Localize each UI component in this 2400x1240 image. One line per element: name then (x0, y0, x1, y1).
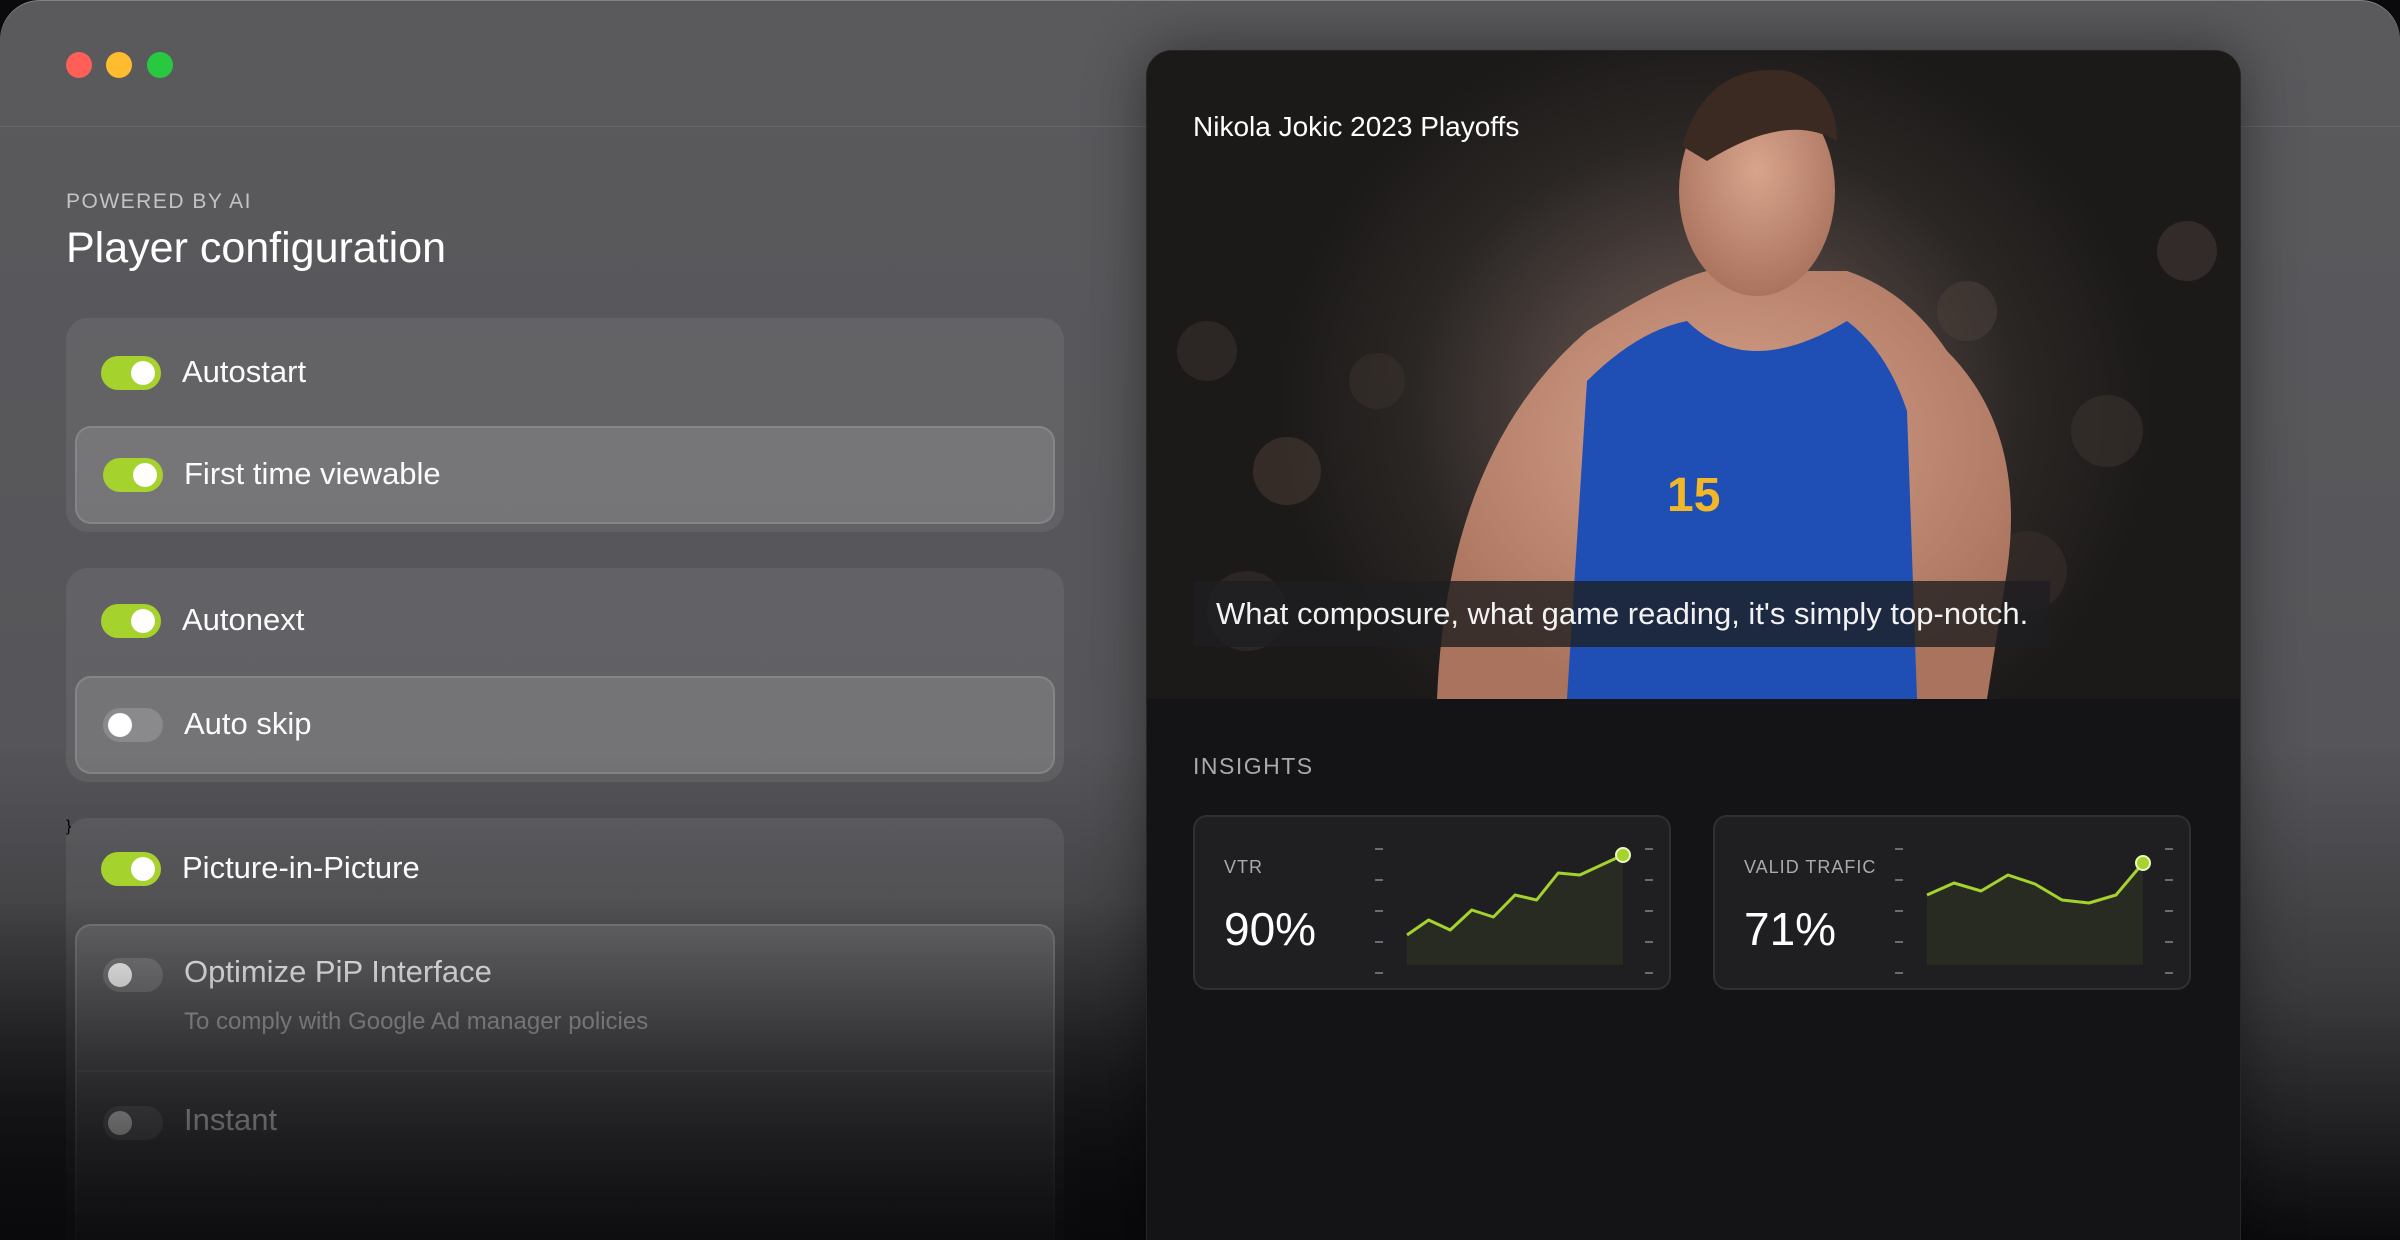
autostart-row[interactable]: Autostart (66, 318, 1064, 428)
vtr-card: VTR 90% (1193, 815, 1671, 990)
subtitle-caption: What composure, what game reading, it's … (1194, 581, 2051, 647)
autonext-group: Autonext Auto skip (66, 568, 1064, 782)
eyebrow-label: POWERED BY AI (66, 190, 252, 213)
svg-text:15: 15 (1667, 469, 1720, 522)
autonext-label: Autonext (182, 602, 305, 637)
config-header: POWERED BY AI Player configuration (66, 190, 1064, 273)
instant-row[interactable]: Instant (77, 1072, 1053, 1172)
pip-toggle[interactable] (101, 852, 161, 886)
autostart-toggle[interactable] (101, 356, 161, 390)
preview-panel: 15 Nikola Jokic 2023 Playoffs What compo… (1146, 50, 2241, 1240)
optimize-pip-hint: To comply with Google Ad manager policie… (184, 1008, 649, 1035)
auto-skip-toggle[interactable] (103, 708, 163, 742)
vtr-sparkline (1375, 847, 1653, 974)
autonext-toggle[interactable] (101, 604, 161, 638)
minimize-window-button[interactable] (106, 52, 132, 78)
vtr-label: VTR (1224, 857, 1263, 877)
valid-traffic-value: 71% (1744, 903, 1837, 955)
sparkline-endpoint (1615, 847, 1631, 863)
sparkline-endpoint (2135, 855, 2151, 871)
video-player[interactable]: 15 Nikola Jokic 2023 Playoffs What compo… (1147, 51, 2240, 699)
instant-label: Instant (184, 1102, 278, 1137)
first-time-viewable-label: First time viewable (184, 456, 441, 491)
pip-suboptions: Optimize PiP Interface To comply with Go… (75, 924, 1055, 1240)
autonext-row[interactable]: Autonext (66, 568, 1064, 678)
valid-traffic-label: VALID TRAFIC (1744, 857, 1877, 877)
first-time-viewable-toggle[interactable] (103, 458, 163, 492)
pip-group: Picture-in-Picture } Optimize PiP Interf… (66, 818, 1064, 1240)
optimize-pip-row[interactable]: Optimize PiP Interface To comply with Go… (77, 926, 1053, 1072)
pip-label: Picture-in-Picture (182, 850, 420, 885)
valid-traffic-sparkline (1895, 848, 2173, 974)
optimize-pip-label: Optimize PiP Interface (184, 954, 492, 989)
page-title: Player configuration (66, 224, 447, 272)
pip-row[interactable]: Picture-in-Picture } (66, 818, 1064, 928)
sparkline-area (1927, 863, 2143, 965)
valid-traffic-card: VALID TRAFIC 71% (1713, 815, 2191, 990)
close-window-button[interactable] (66, 52, 92, 78)
video-title: Nikola Jokic 2023 Playoffs (1193, 111, 1520, 142)
first-time-viewable-row[interactable]: First time viewable (75, 426, 1055, 524)
vtr-value: 90% (1224, 903, 1317, 955)
auto-skip-row[interactable]: Auto skip (75, 676, 1055, 774)
maximize-window-button[interactable] (147, 52, 173, 78)
autostart-group: Autostart First time viewable (66, 318, 1064, 532)
optimize-pip-toggle[interactable] (103, 958, 163, 992)
autostart-label: Autostart (182, 354, 307, 389)
instant-toggle[interactable] (103, 1106, 163, 1140)
insights-heading: INSIGHTS (1193, 753, 1314, 779)
auto-skip-label: Auto skip (184, 706, 312, 741)
app-window: POWERED BY AI Player configuration Autos… (0, 0, 2400, 1240)
